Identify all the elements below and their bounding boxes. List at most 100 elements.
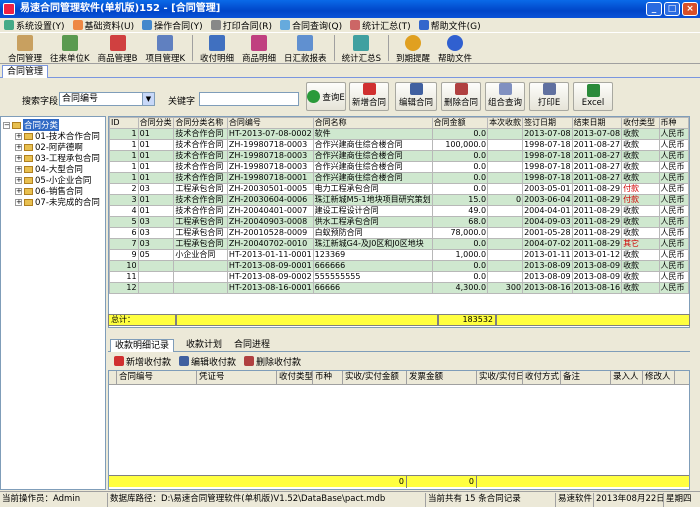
- expand-icon[interactable]: +: [15, 165, 22, 173]
- table-row[interactable]: 1 01 技术合作合同 ZH-19980718-0001 合作兴建商住综合楼合同 0.0 1…: [109, 172, 689, 184]
- col-header[interactable]: 本次收款: [487, 117, 524, 129]
- table-row[interactable]: 12 HT-2013-08-16-0001 66666 4,300.0 300 2013-…: [109, 282, 689, 294]
- table-row[interactable]: 1 01 技术合作合同 ZH-19980718-0003 合作兴建商住综合楼合同 100,…: [109, 139, 689, 151]
- col-header[interactable]: 收付类型: [621, 117, 660, 129]
- menu-operate-contract[interactable]: 操作合同(Y): [138, 18, 207, 33]
- expand-icon[interactable]: +: [15, 143, 22, 151]
- expand-icon[interactable]: +: [15, 198, 22, 206]
- query-button[interactable]: 查询E: [306, 82, 346, 111]
- col-header[interactable]: 实收/实付日: [477, 371, 523, 385]
- expand-icon[interactable]: +: [15, 154, 22, 162]
- table-row[interactable]: 3 01 技术合作合同 ZH-20030604-0006 珠江新城M5-1地块项目研究策…: [109, 194, 689, 206]
- expand-icon[interactable]: +: [15, 132, 22, 140]
- col-header[interactable]: 合同编号: [226, 117, 314, 129]
- table-cell: 技术合作合同: [173, 205, 228, 217]
- table-cell: 2013-08-09: [571, 271, 623, 283]
- menu-contract-query[interactable]: 合同查询(Q): [276, 18, 346, 33]
- col-header[interactable]: 录入人: [611, 371, 643, 385]
- col-header[interactable]: 合同金额: [431, 117, 489, 129]
- table-cell: 人民币: [658, 249, 689, 261]
- close-button[interactable]: ×: [682, 2, 698, 16]
- tab-receipt-plan[interactable]: 收款计划: [182, 339, 226, 352]
- menu-system-settings[interactable]: 系统设置(Y): [0, 18, 69, 33]
- table-row[interactable]: 10 HT-2013-08-09-0001 666666 0.0 2013-08-09 2…: [109, 260, 689, 272]
- expand-icon[interactable]: +: [15, 176, 22, 184]
- menu-statistics[interactable]: 统计汇总(T): [346, 18, 415, 33]
- print-button[interactable]: 打印E: [529, 82, 569, 111]
- table-cell: 2011-08-29: [571, 227, 623, 239]
- table-row[interactable]: 1 01 技术合作合同 HT-2013-07-08-0002 软件 0.0 2013-07-…: [109, 128, 689, 140]
- collapse-icon[interactable]: −: [3, 121, 10, 129]
- col-header[interactable]: 发票金额: [407, 371, 477, 385]
- sum-filler: [477, 476, 689, 488]
- table-cell: 2011-08-27: [571, 161, 623, 173]
- table-cell: 01: [137, 161, 175, 173]
- toolbar-partners-button[interactable]: 往来单位K: [46, 33, 94, 64]
- table-cell: 0.0: [431, 128, 489, 140]
- chevron-down-icon[interactable]: ▼: [142, 93, 154, 105]
- table-row[interactable]: 7 03 工程承包合同 ZH-20040702-0010 珠江新城G4-及J0区和J0区…: [109, 238, 689, 250]
- toolbar-project-button[interactable]: 项目管理K: [141, 33, 189, 64]
- col-header[interactable]: 合同分类: [137, 117, 175, 129]
- table-row[interactable]: 6 03 工程承包合同 ZH-20010528-0009 白蚁预防合同 78,000.0 2…: [109, 227, 689, 239]
- table-cell: 0.0: [431, 183, 489, 195]
- keyword-input[interactable]: [199, 92, 299, 106]
- add-payment-button[interactable]: 新增收付款: [114, 355, 171, 368]
- table-row[interactable]: 11 HT-2013-08-09-0002 555555555 0.0 2013-08-…: [109, 271, 689, 283]
- toolbar-daily-report-button[interactable]: 日汇款报表: [280, 33, 331, 64]
- minimize-button[interactable]: _: [646, 2, 662, 16]
- table-row[interactable]: 2 03 工程承包合同 ZH-20030501-0005 电力工程承包合同 0.0 2003…: [109, 183, 689, 195]
- tab-contract-progress[interactable]: 合同进程: [230, 339, 274, 352]
- toolbar-help-button[interactable]: 帮助文件: [434, 33, 476, 64]
- toolbar-contract-manage-button[interactable]: 合同管理: [4, 33, 46, 64]
- col-header[interactable]: 合同编号: [117, 371, 197, 385]
- col-header[interactable]: 修改人: [643, 371, 675, 385]
- table-row[interactable]: 5 03 工程承包合同 ZH-20040903-0008 供水工程承包合同 68.0 200…: [109, 216, 689, 228]
- tab-receipt-records[interactable]: 收款明细记录: [110, 339, 175, 352]
- col-header[interactable]: 签订日期: [522, 117, 573, 129]
- table-row[interactable]: 4 01 技术合作合同 ZH-20040401-0007 建设工程设计合同 49.0 200…: [109, 205, 689, 217]
- delete-contract-button[interactable]: 删除合同: [441, 82, 481, 111]
- table-row[interactable]: 1 01 技术合作合同 ZH-19980718-0003 合作兴建商住综合楼合同 0.0 1…: [109, 161, 689, 173]
- toolbar-reminder-button[interactable]: 到期提醒: [392, 33, 434, 64]
- col-header[interactable]: 结束日期: [571, 117, 623, 129]
- toolbar-goods-detail-button[interactable]: 商品明细: [238, 33, 280, 64]
- folder-icon: [24, 165, 33, 173]
- col-header[interactable]: 收付类型: [277, 371, 313, 385]
- toolbar-payment-detail-button[interactable]: 收付明细: [196, 33, 238, 64]
- table-cell: 供水工程承包合同: [312, 216, 433, 228]
- table-row[interactable]: 1 01 技术合作合同 ZH-19980718-0003 合作兴建商住综合楼合同 0.0 1…: [109, 150, 689, 162]
- col-header[interactable]: ID: [109, 117, 139, 129]
- toolbar-statistics-button[interactable]: 统计汇总S: [338, 33, 385, 64]
- delete-payment-button[interactable]: 删除收付款: [244, 355, 301, 368]
- col-header[interactable]: 合同分类名称: [173, 117, 228, 129]
- document-tabs: 合同管理: [0, 64, 700, 78]
- search-field-select[interactable]: 合同编号 ▼: [59, 92, 155, 106]
- col-header[interactable]: 币种: [313, 371, 343, 385]
- table-cell: 05: [137, 249, 175, 261]
- col-header[interactable]: 备注: [561, 371, 611, 385]
- edit-contract-button[interactable]: 编辑合同: [395, 82, 437, 111]
- status-operator: 当前操作员：Admin: [0, 493, 108, 507]
- new-contract-button[interactable]: 新增合同: [349, 82, 389, 111]
- menu-basic-data[interactable]: 基础资料(U): [69, 18, 139, 33]
- tab-contract-manage[interactable]: 合同管理: [2, 65, 49, 78]
- table-cell: [487, 260, 524, 272]
- tree-item[interactable]: +07-未完成的合同: [15, 196, 100, 208]
- expand-icon[interactable]: +: [15, 187, 22, 195]
- col-header[interactable]: 币种: [658, 117, 689, 129]
- contract-table: ID 合同分类 合同分类名称 合同编号 合同名称 合同金额 本次收款 签订日期 结束日期 收付类型…: [109, 117, 689, 294]
- col-header[interactable]: 实收/实付金额: [343, 371, 407, 385]
- maximize-button[interactable]: □: [664, 2, 680, 16]
- toolbar-goods-button[interactable]: 商品管理B: [94, 33, 142, 64]
- menu-print-contract[interactable]: 打印合同(R): [207, 18, 276, 33]
- col-header[interactable]: 合同名称: [312, 117, 433, 129]
- menu-help[interactable]: 帮助文件(G): [415, 18, 485, 33]
- excel-button[interactable]: Excel: [573, 82, 613, 111]
- table-cell: 555555555: [312, 271, 433, 283]
- edit-payment-button[interactable]: 编辑收付款: [179, 355, 236, 368]
- table-row[interactable]: 9 05 小企业合同 HT-2013-01-11-0001 123369 1,000.0 2…: [109, 249, 689, 261]
- col-header[interactable]: 凭证号: [197, 371, 277, 385]
- col-header[interactable]: 收付方式: [523, 371, 561, 385]
- combined-query-button[interactable]: 组合查询: [485, 82, 525, 111]
